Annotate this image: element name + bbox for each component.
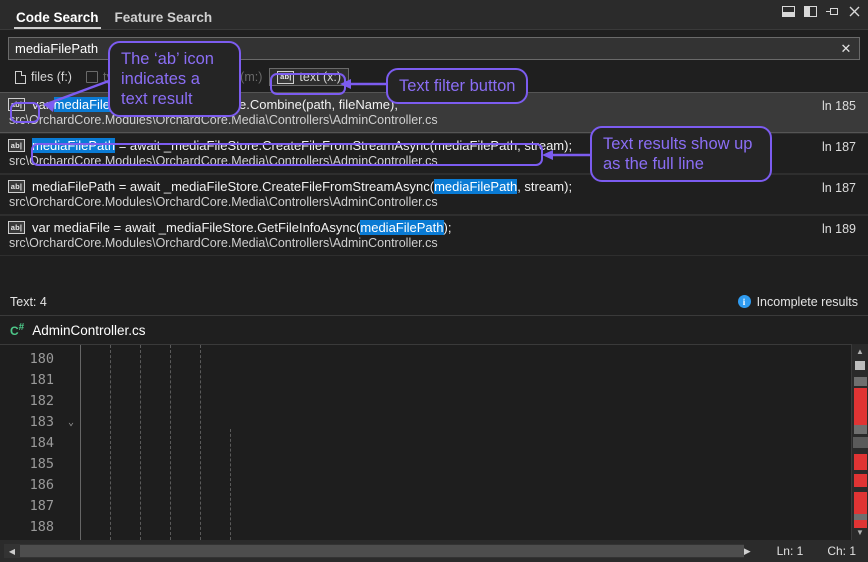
result-path: src\OrchardCore.Modules\OrchardCore.Medi… (8, 195, 860, 209)
code-text-area[interactable]: var fileName = _mediaNameNormalizerServi… (80, 345, 868, 540)
match-highlight: mediaFilePath (360, 220, 443, 235)
match-highlight: mediaFilePath (32, 138, 115, 153)
scrollbar-thumb[interactable] (20, 545, 744, 557)
dock-bottom-icon[interactable] (781, 4, 796, 19)
play-icon[interactable]: ▶ (744, 546, 765, 557)
scroll-marker (854, 425, 867, 434)
clear-search-icon[interactable]: ✕ (833, 38, 859, 59)
line-number-gutter: 180 181 182 183 184 185 186 187 188 189 … (0, 345, 62, 540)
document-icon (15, 71, 26, 84)
callout-text-filter-note: Text filter button (386, 68, 528, 104)
scroll-left-icon[interactable]: ◀ (4, 547, 20, 556)
editor-horizontal-scrollbar[interactable]: ◀ (4, 544, 744, 558)
info-icon: i (738, 295, 751, 308)
title-bar: Code Search Feature Search (0, 0, 868, 30)
ab-icon: ab| (8, 98, 25, 111)
callout-ab-icon-note: The ‘ab’ icon indicates a text result (108, 41, 241, 117)
cursor-column-label: Ch: 1 (815, 544, 868, 558)
result-snippet: mediaFilePath = await _mediaFileStore.Cr… (32, 138, 572, 153)
filter-chip-files[interactable]: files (f:) (8, 68, 79, 86)
result-count-label: Text: 4 (10, 295, 47, 309)
editor-file-name: AdminController.cs (32, 323, 145, 338)
callout-full-line-note: Text results show up as the full line (590, 126, 772, 182)
ab-icon: ab| (277, 71, 294, 84)
table-row[interactable]: ab| var mediaFile = await _mediaFileStor… (0, 215, 868, 256)
result-snippet: mediaFilePath = await _mediaFileStore.Cr… (32, 179, 572, 194)
result-line-number: ln 187 (822, 140, 856, 154)
scroll-up-icon[interactable]: ▲ (852, 344, 868, 359)
filter-chip-text-label: text (x:) (299, 70, 341, 84)
pin-icon[interactable] (825, 4, 840, 19)
filter-chip-files-label: files (f:) (31, 70, 72, 84)
incomplete-results-label: Incomplete results (757, 295, 858, 309)
csharp-icon: C# (10, 322, 24, 338)
result-snippet: var mediaFile = await _mediaFileStore.Ge… (32, 220, 451, 235)
result-line-number: ln 189 (822, 222, 856, 236)
scrollbar-thumb[interactable] (855, 361, 865, 370)
bottom-status-bar: ◀ ▶ Ln: 1 Ch: 1 (0, 540, 868, 562)
code-editor[interactable]: 180 181 182 183 184 185 186 187 188 189 … (0, 344, 868, 540)
viewport-marker (853, 437, 868, 448)
ab-icon: ab| (8, 221, 25, 234)
ab-icon: ab| (8, 180, 25, 193)
code-search-window: Code Search Feature Search ✕ files (f:) (0, 0, 868, 562)
tab-feature-search[interactable]: Feature Search (107, 11, 221, 30)
result-line-number: ln 185 (822, 99, 856, 113)
ab-icon: ab| (8, 139, 25, 152)
tab-code-search[interactable]: Code Search (8, 11, 107, 30)
match-highlight: mediaFilePath (434, 179, 517, 194)
fold-toggle-183[interactable]: ⌄ (62, 412, 80, 433)
window-controls (781, 4, 862, 19)
cube-icon (86, 71, 98, 83)
cursor-line-label: Ln: 1 (765, 544, 816, 558)
scroll-marker (854, 388, 867, 425)
result-line-number: ln 187 (822, 181, 856, 195)
scroll-down-icon[interactable]: ▼ (852, 525, 868, 540)
filter-chip-text[interactable]: ab| text (x:) (269, 68, 349, 86)
tab-strip: Code Search Feature Search (0, 0, 220, 29)
editor-file-header: C# AdminController.cs (0, 317, 868, 343)
scroll-marker (854, 454, 867, 470)
result-path: src\OrchardCore.Modules\OrchardCore.Medi… (8, 236, 860, 250)
editor-vertical-scrollbar[interactable]: ▲ ▼ (851, 344, 868, 540)
scroll-marker (854, 492, 867, 514)
scroll-marker (854, 377, 867, 386)
fold-margin[interactable]: ⌄ (62, 345, 80, 540)
scroll-marker (854, 474, 867, 487)
close-icon[interactable] (847, 4, 862, 19)
split-pane-icon[interactable] (803, 4, 818, 19)
results-status-bar: Text: 4 i Incomplete results (0, 288, 868, 316)
